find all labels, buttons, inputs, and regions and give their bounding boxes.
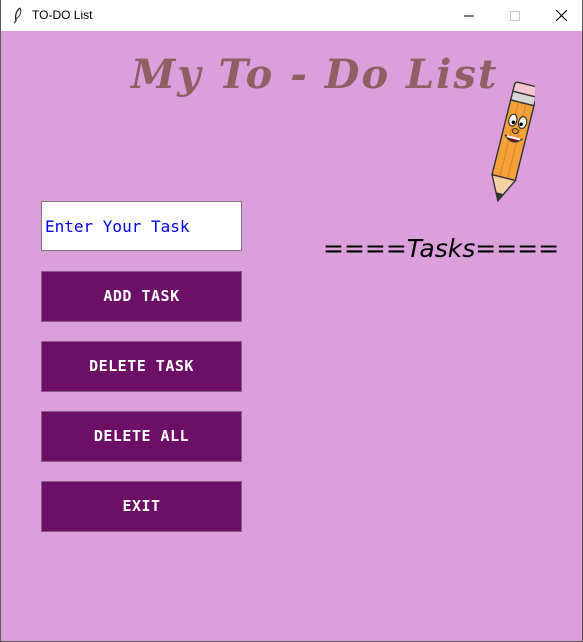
maximize-button[interactable] <box>492 0 538 31</box>
app-body: My To - Do List Enter Your Task ADD TASK… <box>1 31 582 641</box>
add-task-button[interactable]: ADD TASK <box>41 271 242 322</box>
delete-all-button[interactable]: DELETE ALL <box>41 411 242 462</box>
feather-icon <box>11 7 23 24</box>
delete-task-button[interactable]: DELETE TASK <box>41 341 242 392</box>
window-title: TO-DO List <box>32 8 93 22</box>
maximize-icon <box>510 6 520 25</box>
minimize-button[interactable] <box>446 0 492 31</box>
pencil-mascot-icon <box>483 78 539 218</box>
app-window: TO-DO List My To - Do List Enter Your Ta… <box>0 0 583 642</box>
close-button[interactable] <box>538 0 583 31</box>
tasks-list[interactable] <box>323 276 563 626</box>
exit-button[interactable]: EXIT <box>41 481 242 532</box>
task-input[interactable] <box>41 201 242 251</box>
minimize-icon <box>464 6 474 25</box>
title-bar[interactable]: TO-DO List <box>1 0 582 31</box>
tasks-header: ====Tasks==== <box>323 234 560 263</box>
page-title: My To - Do List <box>131 51 499 98</box>
close-icon <box>555 6 567 25</box>
